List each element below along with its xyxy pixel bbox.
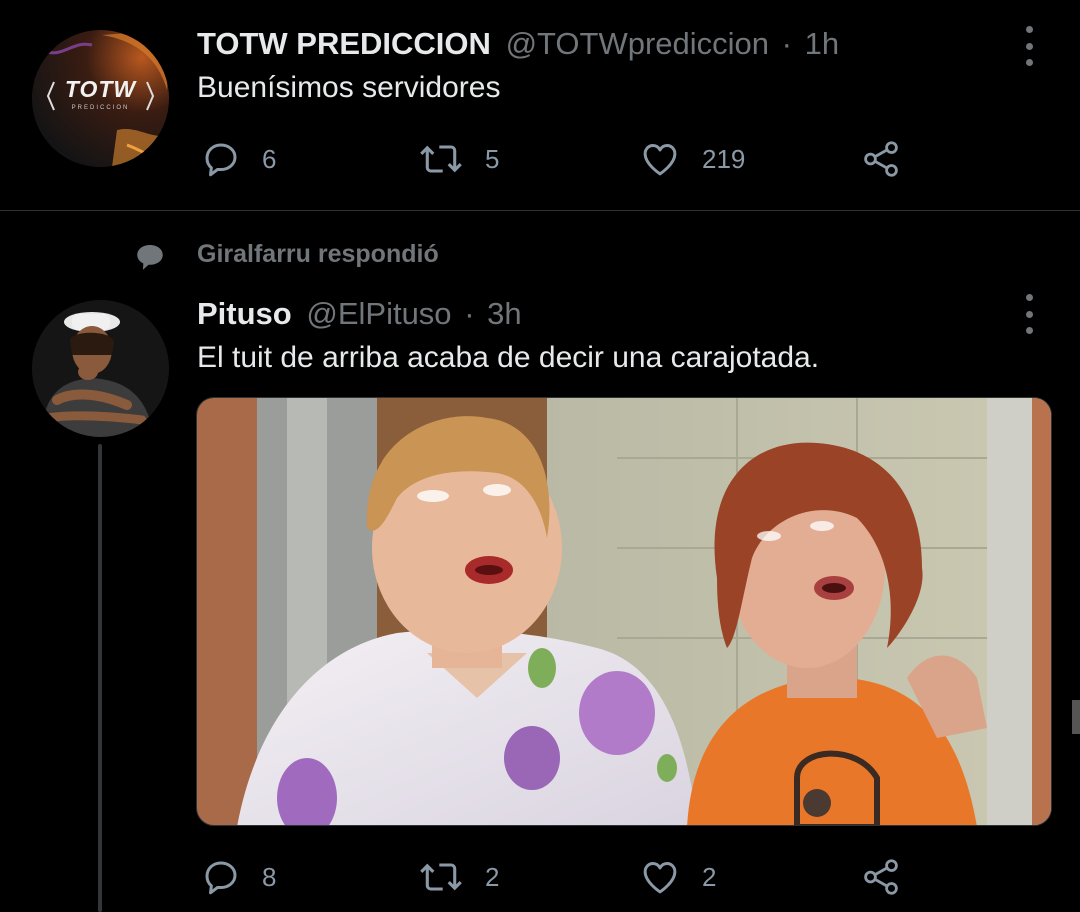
thread-line bbox=[98, 444, 102, 912]
reply-context: Giralfarru respondió bbox=[0, 236, 1080, 276]
tweet-text: El tuit de arriba acaba de decir una car… bbox=[197, 341, 820, 374]
heart-icon bbox=[643, 862, 677, 894]
avatar-totw-text: TOTW bbox=[64, 76, 137, 102]
like-count: 219 bbox=[702, 143, 746, 174]
display-name[interactable]: TOTW PREDICCION bbox=[197, 26, 491, 61]
retweet-icon bbox=[420, 145, 462, 173]
like-button[interactable]: 219 bbox=[638, 134, 745, 184]
pituso-avatar-image bbox=[32, 300, 169, 437]
more-options-icon[interactable] bbox=[1024, 26, 1034, 66]
reply-icon bbox=[205, 861, 237, 895]
reply-count: 8 bbox=[262, 861, 277, 892]
speech-bubble-icon bbox=[137, 244, 163, 270]
two-women-photo-image bbox=[197, 398, 1051, 825]
display-name[interactable]: Pituso bbox=[197, 296, 292, 331]
like-count: 2 bbox=[702, 861, 717, 892]
reply-count: 6 bbox=[262, 143, 277, 174]
dot-separator: · bbox=[464, 296, 475, 331]
action-bar: 6 5 219 bbox=[0, 134, 1080, 184]
reply-icon bbox=[205, 143, 237, 177]
tweet-divider bbox=[0, 210, 1080, 211]
dot-separator: · bbox=[781, 26, 792, 61]
reply-button[interactable]: 8 bbox=[200, 852, 276, 902]
share-button[interactable] bbox=[858, 134, 904, 184]
share-icon bbox=[864, 859, 898, 895]
reply-context-text[interactable]: Giralfarru respondió bbox=[197, 240, 439, 269]
scrollbar-thumb[interactable] bbox=[1072, 700, 1080, 734]
share-icon bbox=[864, 141, 898, 177]
avatar-totw-subtext: PREDICCION bbox=[71, 105, 130, 111]
timestamp[interactable]: 1h bbox=[805, 26, 839, 61]
handle[interactable]: @ElPituso bbox=[306, 296, 451, 331]
tweet-photo[interactable] bbox=[196, 397, 1052, 826]
retweet-button[interactable]: 2 bbox=[417, 852, 499, 902]
retweet-count: 2 bbox=[485, 861, 500, 892]
share-button[interactable] bbox=[858, 852, 904, 902]
timestamp[interactable]: 3h bbox=[487, 296, 521, 331]
avatar-pituso[interactable] bbox=[32, 300, 169, 437]
retweet-count: 5 bbox=[485, 143, 500, 174]
heart-icon bbox=[643, 144, 677, 176]
like-button[interactable]: 2 bbox=[638, 852, 716, 902]
retweet-button[interactable]: 5 bbox=[417, 134, 499, 184]
action-bar: 8 2 2 bbox=[0, 852, 1080, 902]
tweet-header: Pituso @ElPituso · 3h bbox=[197, 296, 522, 332]
handle[interactable]: @TOTWprediccion bbox=[506, 26, 769, 61]
retweet-icon bbox=[420, 863, 462, 891]
reply-button[interactable]: 6 bbox=[200, 134, 276, 184]
tweet-header: TOTW PREDICCION @TOTWprediccion · 1h bbox=[197, 26, 839, 62]
tweet-text: Buenísimos servidores bbox=[197, 71, 501, 104]
more-options-icon[interactable] bbox=[1024, 294, 1034, 334]
